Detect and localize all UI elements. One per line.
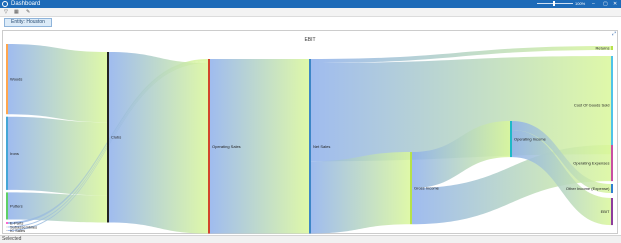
chart-title: EBIT <box>304 37 315 43</box>
label-returns: Returns <box>595 46 609 51</box>
link-net-sales-to-gross-income[interactable] <box>311 152 410 234</box>
node-e-parts[interactable] <box>6 221 8 224</box>
node-woods[interactable] <box>6 44 8 115</box>
node-subassemblies[interactable] <box>6 226 8 228</box>
node-net-sales[interactable] <box>309 59 311 234</box>
node-ic-sales[interactable] <box>6 229 8 231</box>
label-clubs: Clubs <box>111 135 121 140</box>
node-clubs[interactable] <box>107 52 109 223</box>
node-irons[interactable] <box>6 116 8 190</box>
label-irons: Irons <box>10 151 19 156</box>
label-net-sales: Net Sales <box>313 144 330 149</box>
link-woods-to-clubs[interactable] <box>8 44 107 123</box>
label-ic-sales: IC Sales <box>10 228 25 233</box>
label-operating-sales: Operating Sales <box>212 144 241 149</box>
label-gross-income: Gross Income <box>414 186 440 191</box>
node-operating-expenses[interactable] <box>611 145 613 182</box>
link-putters-to-clubs[interactable] <box>8 192 107 223</box>
node-putters[interactable] <box>6 192 8 220</box>
sankey-chart: EBIT WoodsIronsPuttersE-PartsSubassembli… <box>6 37 613 234</box>
label-putters: Putters <box>10 203 23 208</box>
link-irons-to-clubs[interactable] <box>8 116 107 196</box>
label-cost-of-goods-sold: Cost Of Goods Sold <box>574 103 610 108</box>
label-operating-expenses: Operating Expenses <box>573 161 609 166</box>
node-other-income-expense[interactable] <box>611 184 613 194</box>
node-operating-income[interactable] <box>510 121 512 158</box>
node-operating-sales[interactable] <box>208 59 210 234</box>
label-ebit: EBIT <box>601 209 610 214</box>
node-returns[interactable] <box>611 46 613 51</box>
label-woods: Woods <box>10 77 22 82</box>
label-other-income-expense: Other Income (Expense) <box>566 186 610 191</box>
node-cost-of-goods-sold[interactable] <box>611 56 613 155</box>
label-operating-income: Operating Income <box>514 137 547 142</box>
node-gross-income[interactable] <box>410 152 412 225</box>
link-clubs-to-operating-sales[interactable] <box>109 52 208 234</box>
node-ebit[interactable] <box>611 198 613 226</box>
